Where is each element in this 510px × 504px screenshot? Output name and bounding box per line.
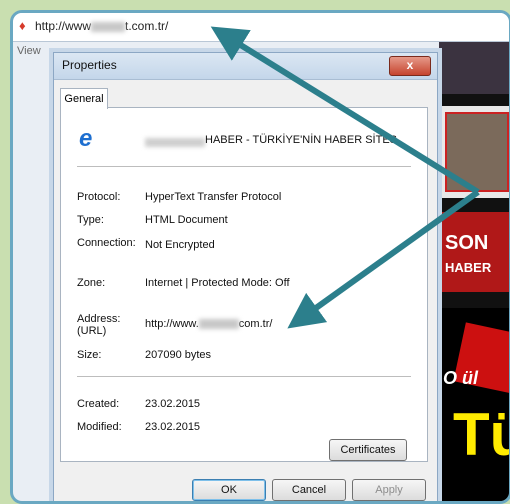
web-page-content: SON HABER O ül Tü [439,42,509,501]
modified-label: Modified: [77,421,122,433]
site-favicon-icon: ♦ [19,18,26,33]
page-image-top [439,42,509,94]
protocol-value: HyperText Transfer Protocol [145,191,282,203]
cancel-button[interactable]: Cancel [272,479,346,501]
haber-text: HABER [445,260,492,275]
zone-value: Internet | Protected Mode: Off [145,277,290,289]
headline-tu: Tü [453,401,509,468]
site-name: HABER - TÜRKİYE'NİN HABER SİTES [205,134,397,146]
size-value: 207090 bytes [145,349,212,361]
dialog-titlebar[interactable]: Properties x [54,53,437,80]
address-value[interactable]: http://www. com.tr/ [145,318,272,330]
blurred-site-name [145,138,205,147]
modified-value: 23.02.2015 [145,421,201,433]
general-panel: e HABER - TÜRKİYE'NİN HABER SİTES Protoc… [60,107,428,462]
protocol-label: Protocol: [77,191,121,203]
apply-button[interactable]: Apply [352,479,426,501]
headline-banner[interactable]: O ül Tü [439,308,509,501]
created-value: 23.02.2015 [145,398,201,410]
tab-general[interactable]: General [60,88,108,109]
son-text: SON [445,232,489,254]
page-photo-panel [439,106,509,198]
divider [77,166,411,167]
headline-o-ull: O ül [443,368,478,388]
person-photo [445,112,509,192]
type-value: HTML Document [145,214,228,226]
internet-explorer-icon: e [79,125,93,152]
connection-label: Connection: [77,237,136,249]
zone-label: Zone: [77,277,106,289]
close-button[interactable]: x [389,56,431,76]
size-label: Size: [77,349,102,361]
blurred-address [198,319,239,330]
ok-button[interactable]: OK [192,479,266,501]
properties-dialog: Properties x General e HABER - TÜRKİYE'N… [53,52,438,501]
son-haber-banner[interactable]: SON HABER [439,212,509,292]
address-label: Address: [77,313,121,325]
browser-window: ♦ http://www t.com.tr/ View SON HABER O ü… [10,10,510,504]
type-label: Type: [77,214,104,226]
dialog-title: Properties [62,58,117,72]
certificates-button[interactable]: Certificates [329,439,407,461]
divider [77,376,411,377]
connection-value: Not Encrypted [145,239,215,251]
blurred-domain [91,21,126,32]
address-url-label: (URL) [77,325,107,337]
address-bar[interactable]: ♦ http://www t.com.tr/ [13,13,509,42]
address-url[interactable]: http://www t.com.tr/ [35,19,168,33]
created-label: Created: [77,398,120,410]
